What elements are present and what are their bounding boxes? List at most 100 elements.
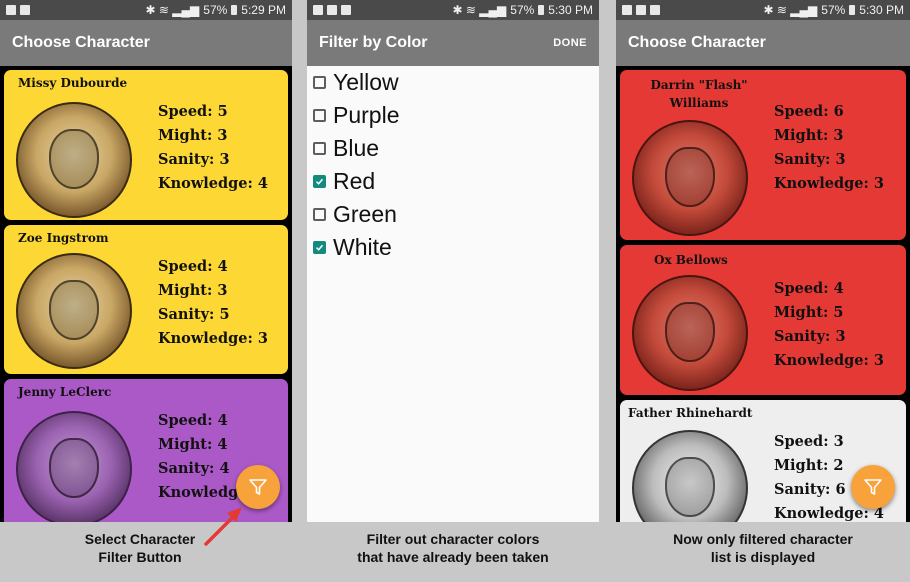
done-button[interactable]: DONE (553, 37, 587, 49)
battery-percent: 57% (821, 3, 846, 17)
page-title: Choose Character (628, 34, 766, 51)
character-portrait (16, 102, 132, 218)
checkbox-checked[interactable] (313, 175, 326, 188)
screen-filter-by-color: ✱ ≋ ▂▄▆ 57% 5:30 PM Filter by Color DONE… (307, 0, 599, 522)
battery-percent: 57% (510, 3, 535, 17)
screen-choose-character-before: ✱ ≋ ▂▄▆ 57% 5:29 PM Choose Character Mis… (0, 0, 292, 522)
stat-might: Might: 3 (158, 282, 228, 299)
app-bar: Filter by Color DONE (307, 20, 599, 66)
color-option-yellow[interactable]: Yellow (307, 66, 599, 99)
character-stats: Speed: 5 Might: 3 Sanity: 3 Knowledge: 4 (158, 100, 268, 196)
checkbox-checked[interactable] (313, 241, 326, 254)
character-card[interactable]: Darrin "Flash" Williams Speed: 6 Might: … (620, 70, 906, 240)
stat-knowledge: Knowledge: 3 (774, 175, 885, 192)
option-label: Green (333, 201, 397, 227)
character-name: Father Rhinehardt (628, 406, 753, 420)
stat-sanity: Sanity: 5 (158, 306, 230, 323)
image-icon (636, 5, 646, 15)
signal-icon: ✱ ≋ ▂▄▆ (145, 3, 200, 17)
hourglass-icon (622, 5, 632, 15)
stat-sanity: Sanity: 3 (774, 151, 846, 168)
character-portrait (632, 275, 748, 391)
color-option-list: Yellow Purple Blue Red Green White (307, 66, 599, 264)
color-option-red[interactable]: Red (307, 165, 599, 198)
character-stats: Speed: 6 Might: 3 Sanity: 3 Knowledge: 3 (774, 100, 884, 196)
status-bar: ✱ ≋ ▂▄▆ 57% 5:29 PM (0, 0, 292, 20)
stat-speed: Speed: 4 (158, 412, 228, 429)
character-portrait (632, 430, 748, 522)
caption-step-2: Filter out character colors that have al… (357, 531, 549, 565)
app-bar: Choose Character (0, 20, 292, 66)
clock: 5:29 PM (241, 3, 286, 17)
battery-percent: 57% (203, 3, 228, 17)
option-label: White (333, 234, 392, 260)
hourglass-icon (313, 5, 323, 15)
stat-knowledge: Knowledge: 3 (158, 330, 269, 347)
signal-icon: ✱ ≋ ▂▄▆ (452, 3, 507, 17)
youtube-icon (20, 5, 30, 15)
stat-might: Might: 3 (158, 127, 228, 144)
character-name: Darrin "Flash" Williams (650, 78, 748, 110)
character-portrait (16, 253, 132, 369)
character-card[interactable]: Missy Dubourde Speed: 5 Might: 3 Sanity:… (4, 70, 288, 220)
character-stats: Speed: 4 Might: 3 Sanity: 5 Knowledge: 3 (158, 255, 268, 351)
caption-step-3: Now only filtered character list is disp… (673, 531, 853, 565)
arrow-annotation (204, 507, 242, 546)
stat-speed: Speed: 3 (774, 433, 844, 450)
option-label: Red (333, 168, 376, 194)
stat-sanity: Sanity: 3 (774, 328, 846, 345)
color-option-purple[interactable]: Purple (307, 99, 599, 132)
character-name: Ox Bellows (654, 253, 728, 267)
stat-speed: Speed: 4 (774, 280, 844, 297)
battery-icon (849, 5, 856, 15)
battery-icon (231, 5, 238, 15)
option-label: Yellow (333, 69, 399, 95)
option-label: Purple (333, 102, 400, 128)
character-portrait (632, 120, 748, 236)
hourglass-icon (6, 5, 16, 15)
checkbox-check-icon (315, 244, 324, 251)
battery-icon (538, 5, 545, 15)
clock: 5:30 PM (859, 3, 904, 17)
page-title: Choose Character (12, 34, 150, 51)
color-option-white[interactable]: White (307, 231, 599, 264)
stat-speed: Speed: 4 (158, 258, 228, 275)
signal-icon: ✱ ≋ ▂▄▆ (763, 3, 818, 17)
color-option-blue[interactable]: Blue (307, 132, 599, 165)
character-list: Darrin "Flash" Williams Speed: 6 Might: … (616, 66, 910, 522)
clock: 5:30 PM (548, 3, 593, 17)
stat-might: Might: 4 (158, 436, 228, 453)
checkbox[interactable] (313, 142, 326, 155)
stat-knowledge: Knowledge: 4 (158, 175, 269, 192)
checkbox-check-icon (315, 178, 324, 185)
status-bar: ✱ ≋ ▂▄▆ 57% 5:30 PM (616, 0, 910, 20)
character-card[interactable]: Zoe Ingstrom Speed: 4 Might: 3 Sanity: 5… (4, 225, 288, 374)
character-name: Jenny LeClerc (18, 385, 112, 399)
screen-choose-character-filtered: ✱ ≋ ▂▄▆ 57% 5:30 PM Choose Character Dar… (616, 0, 910, 522)
stat-knowledge: Knowledge: 3 (774, 352, 885, 369)
stat-might: Might: 3 (774, 127, 844, 144)
character-portrait (16, 411, 132, 522)
stat-might: Might: 5 (774, 304, 844, 321)
image-icon (327, 5, 337, 15)
status-bar: ✱ ≋ ▂▄▆ 57% 5:30 PM (307, 0, 599, 20)
character-list: Missy Dubourde Speed: 5 Might: 3 Sanity:… (0, 66, 292, 522)
character-stats: Speed: 4 Might: 5 Sanity: 3 Knowledge: 3 (774, 277, 884, 373)
character-card[interactable]: Ox Bellows Speed: 4 Might: 5 Sanity: 3 K… (620, 245, 906, 395)
youtube-icon (650, 5, 660, 15)
checkbox[interactable] (313, 76, 326, 89)
stat-speed: Speed: 6 (774, 103, 844, 120)
character-name: Missy Dubourde (18, 76, 128, 90)
stat-sanity: Sanity: 3 (158, 151, 230, 168)
character-name: Zoe Ingstrom (18, 231, 109, 245)
color-option-green[interactable]: Green (307, 198, 599, 231)
filter-icon (864, 479, 882, 495)
filter-button[interactable] (851, 465, 895, 509)
checkbox[interactable] (313, 109, 326, 122)
checkbox[interactable] (313, 208, 326, 221)
youtube-icon (341, 5, 351, 15)
stat-speed: Speed: 5 (158, 103, 228, 120)
app-bar: Choose Character (616, 20, 910, 66)
filter-icon (249, 479, 267, 495)
option-label: Blue (333, 135, 380, 161)
